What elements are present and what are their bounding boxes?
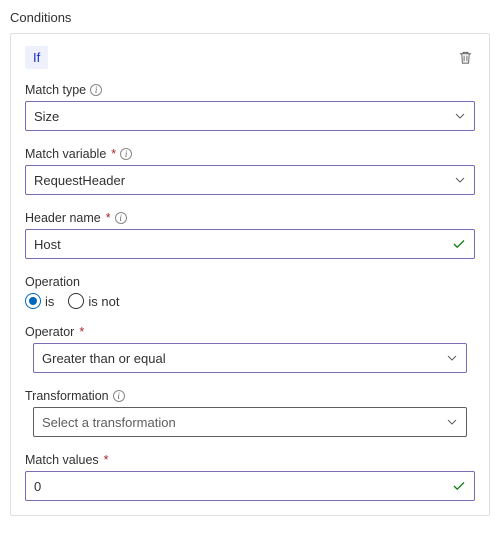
radio-label: is	[45, 294, 54, 309]
select-value: RequestHeader	[26, 173, 446, 188]
condition-panel: If Match type i Size Match variable * i	[10, 33, 490, 516]
radio-is[interactable]: is	[25, 293, 54, 309]
input-match-values[interactable]	[25, 471, 475, 501]
field-header-name: Header name * i	[25, 211, 475, 259]
label-operation: Operation	[25, 275, 475, 289]
info-icon[interactable]: i	[113, 390, 125, 402]
field-transformation: Transformation i Select a transformation	[25, 389, 475, 437]
chevron-down-icon	[446, 174, 474, 186]
info-icon[interactable]: i	[90, 84, 102, 96]
label-operator: Operator *	[25, 325, 475, 339]
delete-button[interactable]	[456, 48, 475, 67]
field-operator: Operator * Greater than or equal	[25, 325, 475, 373]
match-values-input[interactable]	[26, 472, 444, 500]
label-text: Match variable	[25, 147, 106, 161]
radio-indicator	[68, 293, 84, 309]
operation-radio-group: is is not	[25, 293, 475, 309]
radio-is-not[interactable]: is not	[68, 293, 119, 309]
required-indicator: *	[111, 147, 116, 161]
input-header-name[interactable]	[25, 229, 475, 259]
label-text: Match type	[25, 83, 86, 97]
label-match-variable: Match variable * i	[25, 147, 475, 161]
chevron-down-icon	[446, 110, 474, 122]
check-icon	[444, 237, 474, 251]
select-placeholder: Select a transformation	[34, 415, 438, 430]
select-match-type[interactable]: Size	[25, 101, 475, 131]
check-icon	[444, 479, 474, 493]
field-match-values: Match values *	[25, 453, 475, 501]
label-transformation: Transformation i	[25, 389, 475, 403]
chevron-down-icon	[438, 352, 466, 364]
label-text: Operation	[25, 275, 80, 289]
select-transformation[interactable]: Select a transformation	[33, 407, 467, 437]
field-match-type: Match type i Size	[25, 83, 475, 131]
radio-label: is not	[88, 294, 119, 309]
label-text: Header name	[25, 211, 101, 225]
chevron-down-icon	[438, 416, 466, 428]
required-indicator: *	[106, 211, 111, 225]
label-text: Match values	[25, 453, 99, 467]
field-operation: Operation is is not	[25, 275, 475, 309]
select-value: Size	[26, 109, 446, 124]
label-match-type: Match type i	[25, 83, 475, 97]
header-name-input[interactable]	[26, 230, 444, 258]
select-match-variable[interactable]: RequestHeader	[25, 165, 475, 195]
label-text: Transformation	[25, 389, 109, 403]
select-operator[interactable]: Greater than or equal	[33, 343, 467, 373]
label-header-name: Header name * i	[25, 211, 475, 225]
radio-indicator	[25, 293, 41, 309]
select-value: Greater than or equal	[34, 351, 438, 366]
trash-icon	[458, 50, 473, 65]
label-text: Operator	[25, 325, 74, 339]
panel-header: If	[25, 46, 475, 69]
info-icon[interactable]: i	[115, 212, 127, 224]
if-badge: If	[25, 46, 48, 69]
required-indicator: *	[79, 325, 84, 339]
section-title: Conditions	[10, 10, 490, 25]
required-indicator: *	[104, 453, 109, 467]
field-match-variable: Match variable * i RequestHeader	[25, 147, 475, 195]
label-match-values: Match values *	[25, 453, 475, 467]
info-icon[interactable]: i	[120, 148, 132, 160]
